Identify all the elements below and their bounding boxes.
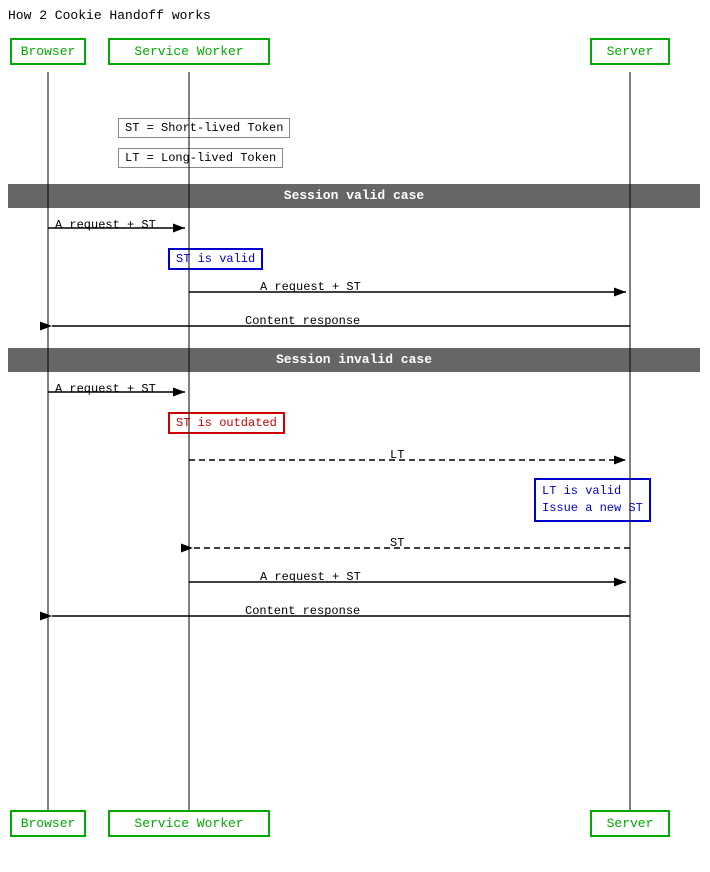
- arrow-label-req3: A request + ST: [55, 382, 156, 396]
- legend-st: ST = Short-lived Token: [118, 118, 290, 138]
- section2-header: Session invalid case: [8, 348, 700, 372]
- arrows-svg: [0, 0, 710, 872]
- diag-box-lt-valid: LT is valid Issue a new ST: [534, 478, 651, 522]
- page-title: How 2 Cookie Handoff works: [8, 8, 211, 23]
- actor-server-bottom: Server: [590, 810, 670, 837]
- arrow-label-req1: A request + ST: [55, 218, 156, 232]
- legend-lt: LT = Long-lived Token: [118, 148, 283, 168]
- arrow-label-req4: A request + ST: [260, 570, 361, 584]
- diagram-container: How 2 Cookie Handoff works Browser Servi…: [0, 0, 710, 872]
- diag-box-st-outdated: ST is outdated: [168, 412, 285, 434]
- arrow-label-st: ST: [390, 536, 404, 550]
- actor-server-top: Server: [590, 38, 670, 65]
- actor-browser-bottom: Browser: [10, 810, 86, 837]
- actor-sw-bottom: Service Worker: [108, 810, 270, 837]
- diag-box-st-valid: ST is valid: [168, 248, 263, 270]
- arrow-label-req2: A request + ST: [260, 280, 361, 294]
- section1-header: Session valid case: [8, 184, 700, 208]
- arrow-label-content2: Content response: [245, 604, 360, 618]
- actor-sw-top: Service Worker: [108, 38, 270, 65]
- actor-browser-top: Browser: [10, 38, 86, 65]
- arrow-label-content1: Content response: [245, 314, 360, 328]
- arrow-label-lt: LT: [390, 448, 404, 462]
